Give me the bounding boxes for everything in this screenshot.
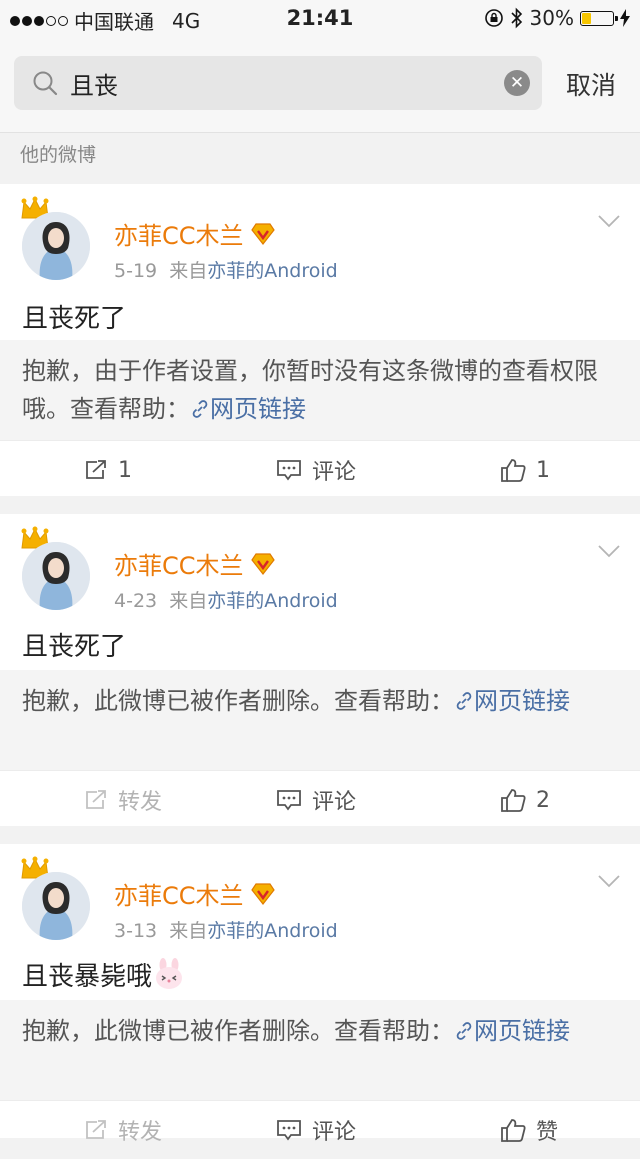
avatar[interactable]	[22, 542, 90, 610]
comment-icon	[277, 790, 301, 811]
author-avatar[interactable]	[20, 196, 94, 280]
web-link[interactable]: 网页链接	[454, 687, 570, 715]
section-label: 他的微博	[20, 144, 97, 166]
like-label: 2	[536, 787, 550, 813]
post-source[interactable]: 亦菲的Android	[207, 260, 337, 282]
post-card[interactable]: 亦菲CC木兰 3-13 来自亦菲的Android 且丧暴毙哦抱歉，此微博已被作者删除…	[0, 844, 640, 1145]
comment-label: 评论	[312, 460, 357, 485]
repost-icon	[86, 460, 106, 479]
link-icon	[456, 692, 472, 710]
comment-icon	[277, 460, 301, 481]
battery-icon	[580, 10, 618, 26]
clear-search-icon[interactable]: ✕	[504, 70, 530, 96]
search-bar: ✕ 取消	[0, 36, 640, 133]
action-bar: 转发 评论 赞	[0, 1100, 640, 1159]
like-label: 1	[536, 457, 550, 483]
vip-badge-icon	[250, 222, 275, 245]
post-card[interactable]: 亦菲CC木兰 4-23 来自亦菲的Android 且丧死了抱歉，此微博已被作者删除。…	[0, 514, 640, 826]
source-prefix: 来自	[169, 590, 208, 612]
action-bar: 转发 评论 2	[0, 770, 640, 829]
post-date: 3-13	[114, 920, 158, 942]
comment-button[interactable]: 评论	[276, 1101, 356, 1159]
battery-percent: 30%	[529, 6, 574, 30]
post-date: 4-23	[114, 590, 158, 612]
post-source[interactable]: 亦菲的Android	[207, 920, 337, 942]
source-prefix: 来自	[169, 260, 208, 282]
comment-button[interactable]: 评论	[276, 771, 356, 829]
action-bar: 1 评论 1	[0, 440, 640, 499]
bunny-emoji-icon	[156, 958, 183, 989]
comment-label: 评论	[312, 790, 357, 815]
rotation-lock-icon	[484, 9, 503, 27]
like-label: 赞	[536, 1120, 559, 1145]
avatar[interactable]	[22, 212, 90, 280]
search-input[interactable]	[70, 66, 490, 100]
link-icon	[456, 1022, 472, 1040]
repost-button[interactable]: 转发	[84, 1101, 162, 1159]
post-text: 且丧暴毙哦	[22, 956, 186, 993]
battery-level	[582, 12, 591, 24]
author-name[interactable]: 亦菲CC木兰	[114, 216, 276, 251]
notice-box: 抱歉，由于作者设置，你暂时没有这条微博的查看权限哦。查看帮助： 网页链接	[0, 340, 640, 440]
notice-text: 抱歉，由于作者设置，你暂时没有这条微博的查看权限哦。查看帮助：	[22, 357, 598, 423]
comment-icon	[277, 1120, 301, 1141]
source-prefix: 来自	[169, 920, 208, 942]
post-date: 5-19	[114, 260, 158, 282]
chevron-down-icon[interactable]	[598, 544, 620, 558]
link-icon	[192, 400, 208, 418]
author-avatar[interactable]	[20, 856, 94, 940]
search-icon	[33, 71, 58, 96]
like-button[interactable]: 赞	[500, 1101, 558, 1159]
post-meta: 3-13 来自亦菲的Android	[114, 916, 338, 943]
post-card[interactable]: 亦菲CC木兰 5-19 来自亦菲的Android 且丧死了抱歉，由于作者设置，你暂时…	[0, 184, 640, 496]
chevron-down-icon[interactable]	[598, 214, 620, 228]
repost-icon	[86, 790, 106, 809]
repost-label: 转发	[118, 790, 163, 815]
repost-label: 转发	[118, 1120, 163, 1145]
web-link[interactable]: 网页链接	[454, 1017, 570, 1045]
post-meta: 5-19 来自亦菲的Android	[114, 256, 338, 283]
charging-icon	[620, 9, 630, 27]
notice-text: 抱歉，此微博已被作者删除。查看帮助：	[22, 687, 454, 715]
avatar[interactable]	[22, 872, 90, 940]
repost-button[interactable]: 转发	[84, 771, 162, 829]
like-icon	[501, 459, 526, 482]
post-text: 且丧死了	[22, 304, 127, 334]
like-icon	[501, 1119, 526, 1142]
post-source[interactable]: 亦菲的Android	[207, 590, 337, 612]
vip-badge-icon	[250, 552, 275, 575]
comment-label: 评论	[312, 1120, 357, 1145]
repost-label: 1	[118, 457, 132, 483]
like-icon	[501, 789, 526, 812]
status-bar: 中国联通 4G 21:41 30%	[0, 0, 640, 36]
notice-text: 抱歉，此微博已被作者删除。查看帮助：	[22, 1017, 454, 1045]
author-avatar[interactable]	[20, 526, 94, 610]
cancel-button[interactable]: 取消	[566, 66, 616, 102]
chevron-down-icon[interactable]	[598, 874, 620, 888]
like-button[interactable]: 2	[500, 771, 550, 829]
notice-box: 抱歉，此微博已被作者删除。查看帮助： 网页链接	[0, 1000, 640, 1100]
bluetooth-icon	[510, 7, 522, 29]
author-name[interactable]: 亦菲CC木兰	[114, 546, 276, 581]
vip-badge-icon	[250, 882, 275, 905]
repost-button[interactable]: 1	[84, 441, 132, 499]
like-button[interactable]: 1	[500, 441, 550, 499]
web-link[interactable]: 网页链接	[190, 395, 306, 423]
notice-box: 抱歉，此微博已被作者删除。查看帮助： 网页链接	[0, 670, 640, 770]
post-text: 且丧死了	[22, 632, 127, 662]
comment-button[interactable]: 评论	[276, 441, 356, 499]
search-box[interactable]: ✕	[14, 56, 542, 110]
post-meta: 4-23 来自亦菲的Android	[114, 586, 338, 613]
author-name[interactable]: 亦菲CC木兰	[114, 876, 276, 911]
